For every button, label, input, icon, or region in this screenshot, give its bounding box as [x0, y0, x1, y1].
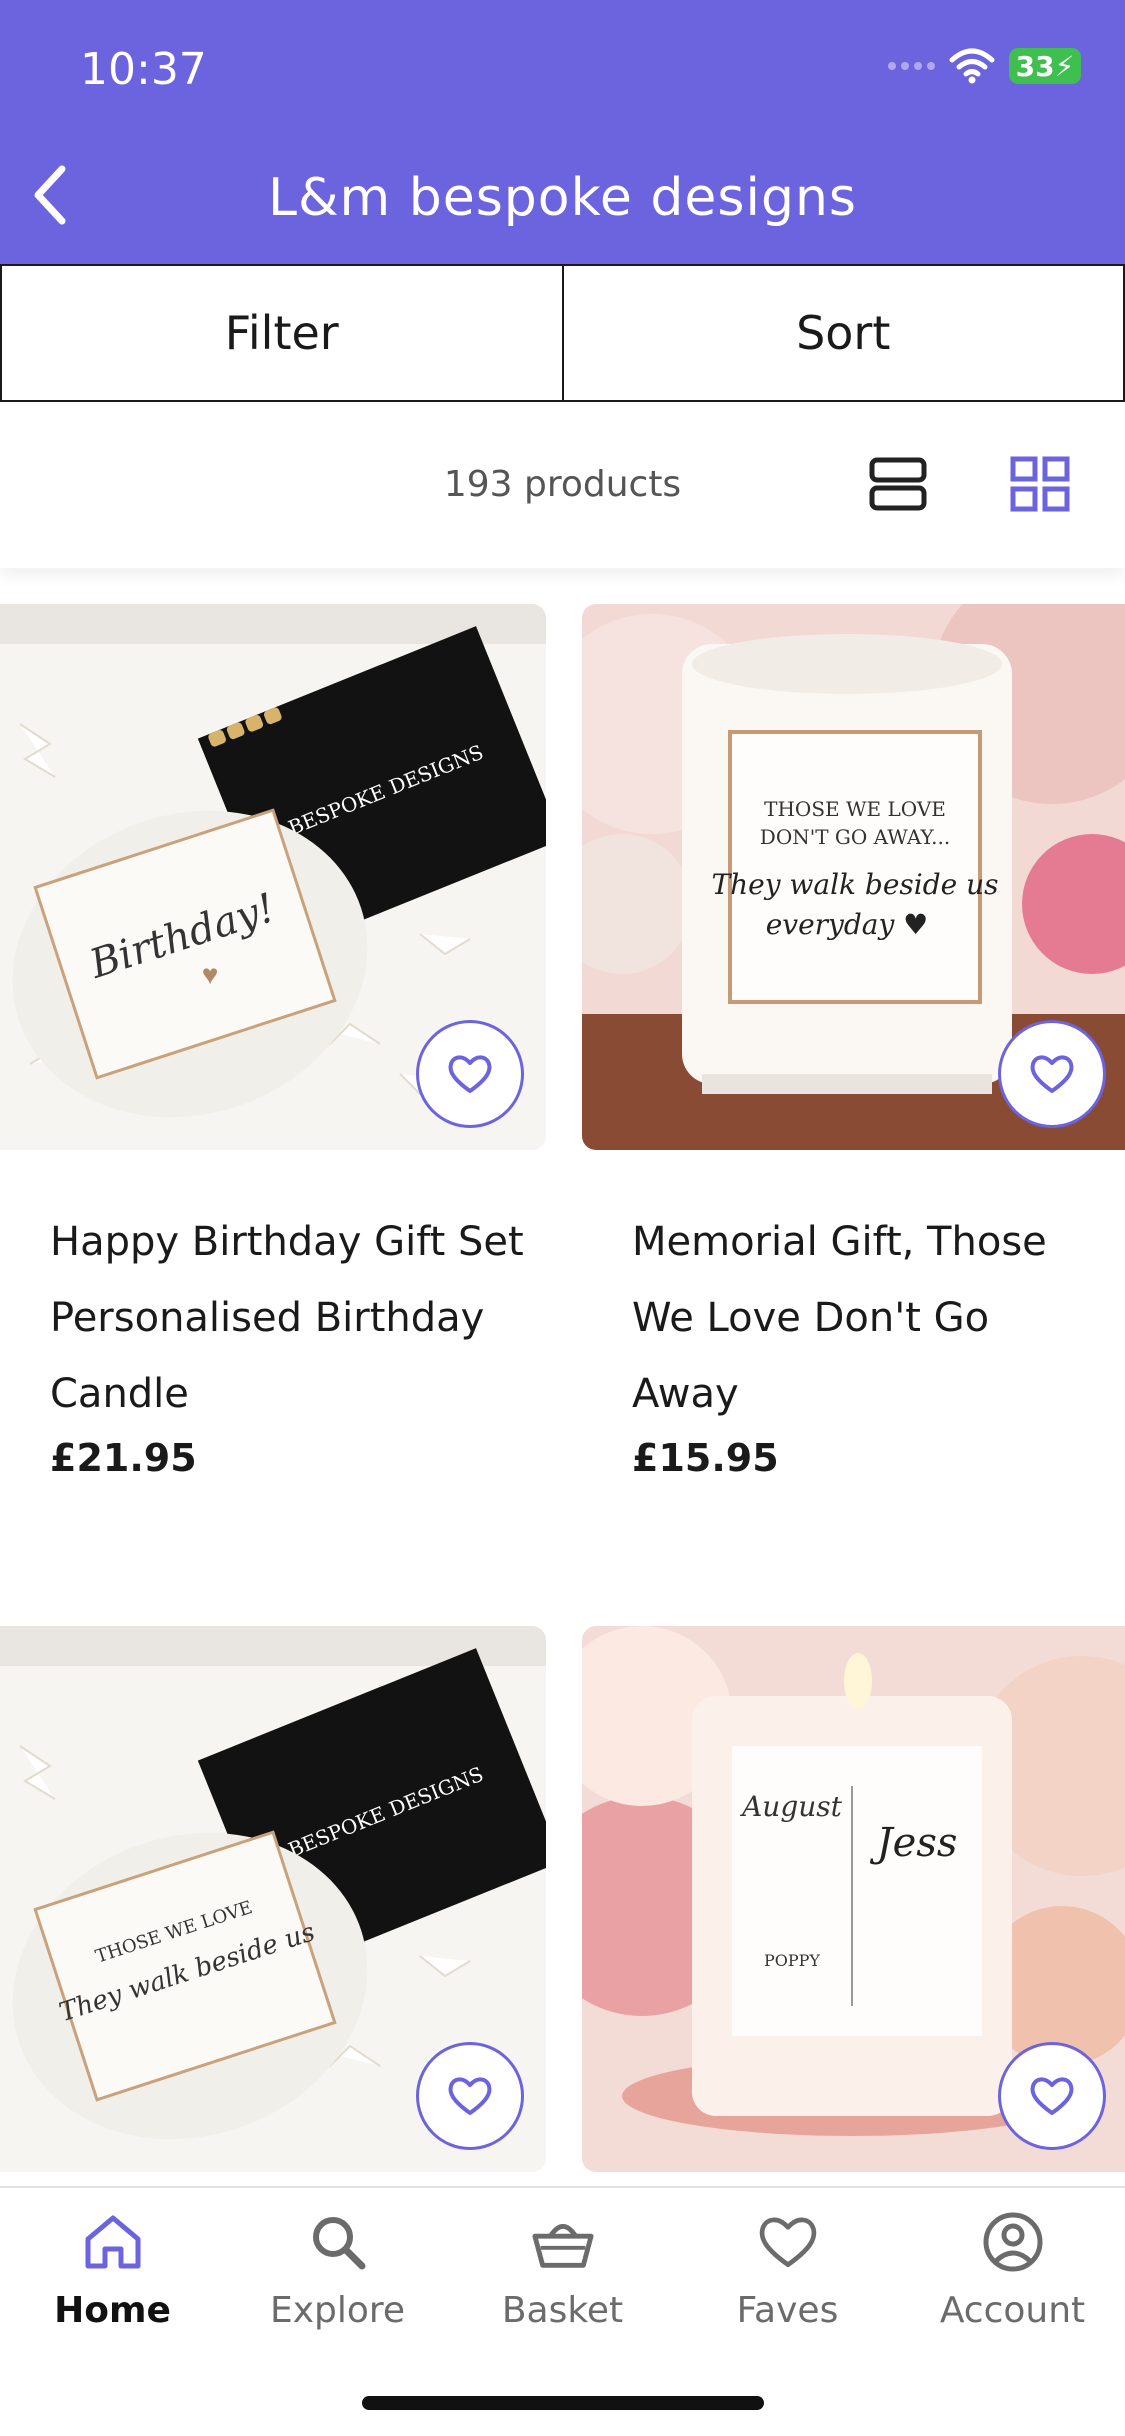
- home-indicator: [362, 2396, 764, 2410]
- app-header: 10:37 33 ⚡ L&m bespoke designs: [0, 0, 1125, 264]
- list-view-icon: [869, 457, 927, 511]
- product-card[interactable]: BESPOKE DESIGNS Birthday! ♥ Happy Birthd…: [0, 604, 546, 1480]
- nav-label: Basket: [501, 2290, 624, 2331]
- results-bar: 193 products: [0, 402, 1125, 568]
- svg-text:August: August: [739, 1790, 843, 1823]
- product-card[interactable]: BESPOKE DESIGNS THOSE WE LOVE They walk …: [0, 1626, 546, 2172]
- account-icon: [983, 2212, 1042, 2272]
- grid-view-icon: [1010, 456, 1070, 512]
- list-view-toggle[interactable]: [868, 456, 928, 517]
- filter-sort-bar: Filter Sort: [0, 264, 1125, 402]
- nav-basket[interactable]: Basket: [450, 2210, 675, 2331]
- svg-text:♥: ♥: [202, 959, 219, 990]
- svg-text:THOSE WE LOVE: THOSE WE LOVE: [764, 797, 946, 821]
- product-image-birth-flower-candle[interactable]: August Jess POPPY: [582, 1626, 1125, 2172]
- svg-text:They walk beside us: They walk beside us: [711, 868, 998, 901]
- status-icons: 33 ⚡: [888, 48, 1081, 84]
- nav-label: Faves: [736, 2290, 839, 2331]
- grid-view-toggle[interactable]: [1010, 456, 1070, 517]
- product-card[interactable]: August Jess POPPY: [582, 1626, 1125, 2172]
- nav-label: Home: [54, 2290, 171, 2331]
- nav-label: Account: [939, 2290, 1086, 2331]
- favorite-button[interactable]: [416, 1020, 524, 1128]
- product-image-birthday-candle-gift-set[interactable]: BESPOKE DESIGNS Birthday! ♥: [0, 604, 546, 1150]
- nav-label: Explore: [269, 2290, 406, 2331]
- search-icon: [312, 2217, 365, 2270]
- product-card[interactable]: THOSE WE LOVE DON'T GO AWAY... They walk…: [582, 604, 1125, 1480]
- heart-icon: [1030, 1055, 1074, 1093]
- sort-button[interactable]: Sort: [563, 266, 1125, 400]
- svg-text:DON'T GO AWAY...: DON'T GO AWAY...: [760, 825, 950, 849]
- svg-text:everyday ♥: everyday ♥: [766, 908, 929, 941]
- basket-icon: [531, 2224, 594, 2268]
- product-image-memorial-candle-gift-set[interactable]: BESPOKE DESIGNS THOSE WE LOVE They walk …: [0, 1626, 546, 2172]
- product-image-memorial-candle[interactable]: THOSE WE LOVE DON'T GO AWAY... They walk…: [582, 604, 1125, 1150]
- heart-icon: [448, 2077, 492, 2115]
- product-title[interactable]: Happy Birthday Gift Set Personalised Bir…: [0, 1204, 546, 1432]
- product-price: £21.95: [50, 1436, 197, 1480]
- favorite-button[interactable]: [998, 2042, 1106, 2150]
- home-icon: [85, 2215, 140, 2269]
- filter-button[interactable]: Filter: [0, 266, 564, 400]
- favorite-button[interactable]: [416, 2042, 524, 2150]
- battery-indicator: 33 ⚡: [1009, 48, 1081, 84]
- heart-icon: [448, 1055, 492, 1093]
- nav-faves[interactable]: Faves: [675, 2210, 900, 2331]
- page-title: L&m bespoke designs: [268, 168, 857, 228]
- svg-text:Jess: Jess: [870, 1820, 958, 1866]
- favorite-button[interactable]: [998, 1020, 1106, 1128]
- wifi-icon: [949, 48, 995, 84]
- product-title[interactable]: Memorial Gift, Those We Love Don't Go Aw…: [582, 1204, 1125, 1432]
- heart-icon: [759, 2217, 816, 2267]
- svg-text:POPPY: POPPY: [764, 1951, 820, 1970]
- heart-icon: [1030, 2077, 1074, 2115]
- signal-icon: [888, 62, 935, 70]
- nav-account[interactable]: Account: [900, 2210, 1125, 2331]
- nav-home[interactable]: Home: [0, 2210, 225, 2331]
- status-time: 10:37: [80, 44, 207, 95]
- product-count: 193 products: [443, 464, 682, 505]
- nav-explore[interactable]: Explore: [225, 2210, 450, 2331]
- product-price: £15.95: [632, 1436, 779, 1480]
